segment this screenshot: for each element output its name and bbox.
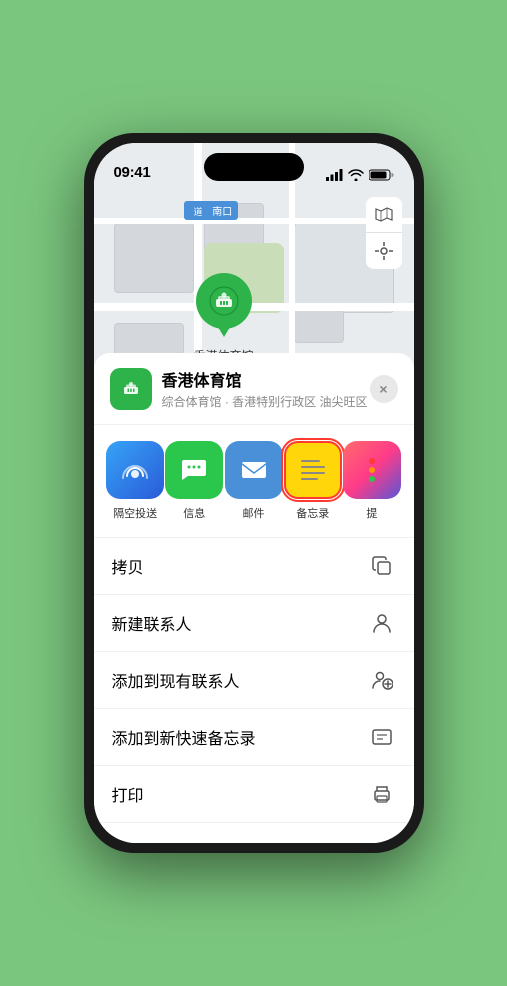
- share-item-messages[interactable]: 信息: [165, 441, 224, 521]
- share-label-more: 提: [366, 505, 377, 521]
- map-type-button[interactable]: [366, 197, 402, 233]
- share-item-notes[interactable]: 备忘录: [283, 441, 342, 521]
- share-label-airdrop: 隔空投送: [113, 505, 157, 521]
- phone-screen: 09:41: [94, 143, 414, 843]
- share-row: 隔空投送 信息: [94, 425, 414, 538]
- notes-line-3: [301, 472, 325, 474]
- bottom-sheet: 香港体育馆 综合体育馆 · 香港特别行政区 油尖旺区 × 隔: [94, 353, 414, 843]
- action-row-print[interactable]: 打印: [94, 766, 414, 823]
- add-note-icon: [368, 723, 396, 751]
- copy-icon: [368, 552, 396, 580]
- action-label-print: 打印: [112, 782, 144, 806]
- mail-icon-wrap: [225, 441, 283, 499]
- location-desc: 综合体育馆 · 香港特别行政区 油尖旺区: [162, 393, 370, 410]
- more-icon-wrap: [343, 441, 401, 499]
- action-row-add-note[interactable]: 添加到新快速备忘录: [94, 709, 414, 766]
- notes-lines: [297, 454, 329, 486]
- location-button[interactable]: [366, 233, 402, 269]
- share-item-airdrop[interactable]: 隔空投送: [106, 441, 165, 521]
- battery-icon: [369, 169, 394, 181]
- share-item-mail[interactable]: 邮件: [224, 441, 283, 521]
- action-label-add-note: 添加到新快速备忘录: [112, 725, 256, 749]
- action-label-add-contact: 添加到现有联系人: [112, 668, 240, 692]
- location-info: 香港体育馆 综合体育馆 · 香港特别行政区 油尖旺区: [162, 367, 370, 410]
- status-icons: [326, 169, 394, 181]
- close-button[interactable]: ×: [370, 375, 398, 403]
- notes-line-1: [301, 460, 320, 462]
- dynamic-island: [204, 153, 304, 181]
- action-row-copy[interactable]: 拷贝: [94, 538, 414, 595]
- wifi-icon: [348, 169, 364, 181]
- notes-line-2: [301, 466, 325, 468]
- location-header: 香港体育馆 综合体育馆 · 香港特别行政区 油尖旺区 ×: [94, 353, 414, 425]
- map-controls[interactable]: [366, 197, 402, 269]
- location-header-icon: [110, 368, 152, 410]
- notes-line-4: [301, 478, 318, 480]
- pin-icon: [196, 273, 252, 329]
- action-label-new-contact: 新建联系人: [112, 611, 192, 635]
- location-name: 香港体育馆: [162, 367, 370, 391]
- status-time: 09:41: [114, 164, 151, 181]
- share-item-more[interactable]: 提: [342, 441, 401, 521]
- messages-icon-wrap: [165, 441, 223, 499]
- share-label-messages: 信息: [183, 505, 205, 521]
- action-row-new-contact[interactable]: 新建联系人: [94, 595, 414, 652]
- phone-frame: 09:41: [84, 133, 424, 853]
- print-icon: [368, 780, 396, 808]
- signal-icon: [326, 169, 343, 181]
- share-label-notes: 备忘录: [296, 505, 329, 521]
- action-label-copy: 拷贝: [112, 554, 144, 578]
- airdrop-icon-wrap: [106, 441, 164, 499]
- road-label: 道 南口: [184, 201, 239, 220]
- notes-icon-wrap: [284, 441, 342, 499]
- add-contact-icon: [368, 666, 396, 694]
- new-contact-icon: [368, 609, 396, 637]
- action-row-add-contact[interactable]: 添加到现有联系人: [94, 652, 414, 709]
- share-label-mail: 邮件: [243, 505, 265, 521]
- location-pin: 香港体育馆: [194, 273, 254, 364]
